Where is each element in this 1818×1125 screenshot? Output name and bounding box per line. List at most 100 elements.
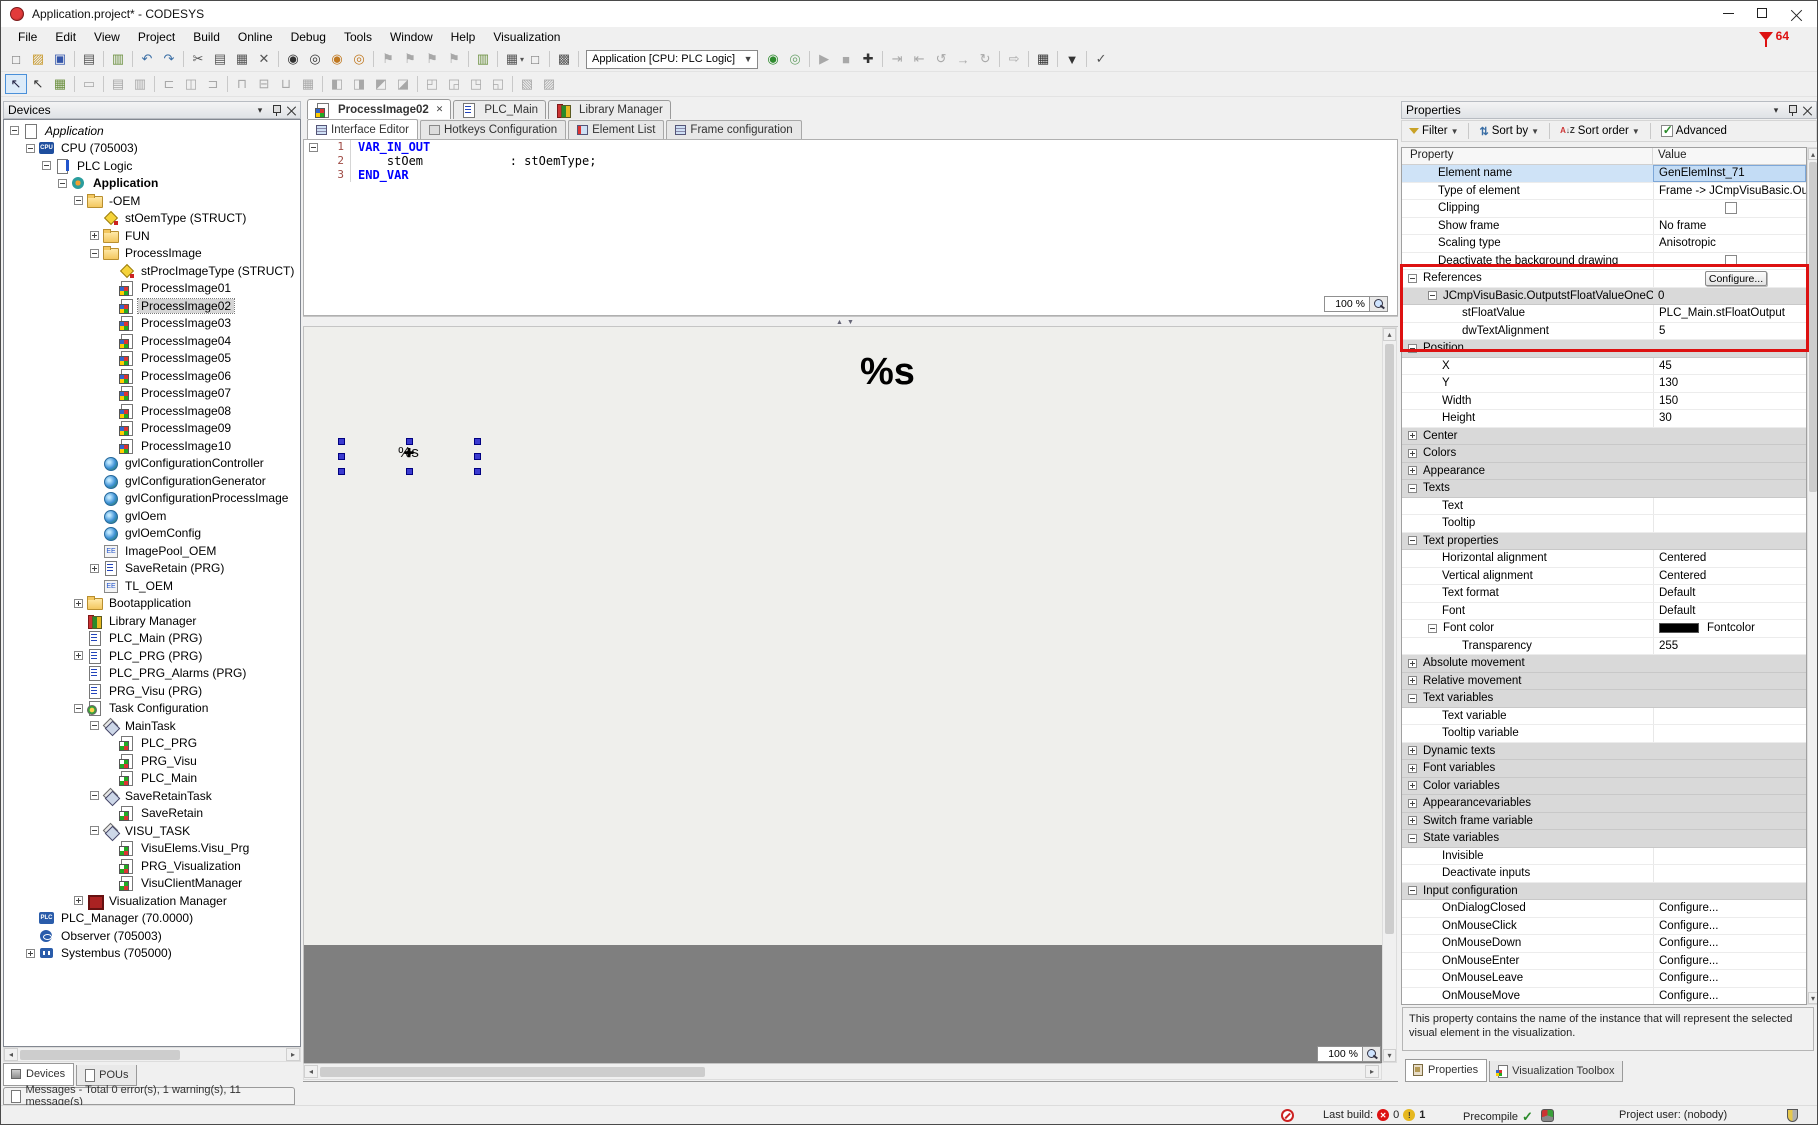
property-value[interactable] (1653, 760, 1806, 777)
tree-item-plc-prg[interactable]: PLC_PRG (4, 735, 300, 753)
expand-icon[interactable] (74, 599, 83, 608)
tree-item-processimage10[interactable]: ProcessImage10 (4, 437, 300, 455)
print-icon[interactable]: ▤ (78, 49, 100, 69)
menu-debug[interactable]: Debug (282, 28, 335, 46)
collapse-icon[interactable] (1408, 536, 1417, 545)
refresh-check-icon[interactable]: ✓ (1090, 49, 1112, 69)
property-row-y[interactable]: Y130 (1402, 375, 1806, 393)
selection-handle-bottom-right[interactable] (474, 468, 481, 475)
tree-item-plc-main[interactable]: PLC_Main (4, 770, 300, 788)
property-value[interactable] (1653, 795, 1806, 812)
pin-icon[interactable] (1788, 104, 1797, 116)
collapse-icon[interactable] (10, 126, 19, 135)
property-row-deactivate-inputs[interactable]: Deactivate inputs (1402, 865, 1806, 883)
tree-item-gvlconfigurationgenerator[interactable]: gvlConfigurationGenerator (4, 472, 300, 490)
tree-item-processimage08[interactable]: ProcessImage08 (4, 402, 300, 420)
menu-project[interactable]: Project (129, 28, 184, 46)
property-row-horizontal-alignment[interactable]: Horizontal alignmentCentered (1402, 550, 1806, 568)
color-swatch[interactable] (1659, 623, 1699, 633)
property-row-width[interactable]: Width150 (1402, 393, 1806, 411)
property-row-scaling-type[interactable]: Scaling typeAnisotropic (1402, 235, 1806, 253)
property-value[interactable] (1653, 655, 1806, 672)
checkbox-icon[interactable] (1725, 255, 1737, 267)
editor-tab-processimage02[interactable]: ProcessImage02✕ (307, 99, 451, 119)
expand-icon[interactable] (26, 949, 35, 958)
property-row-transparency[interactable]: Transparency255 (1402, 638, 1806, 656)
close-tab-icon[interactable]: ✕ (436, 104, 444, 115)
property-value[interactable]: 150 (1653, 393, 1806, 410)
properties-vertical-scrollbar[interactable]: ▴ ▾ (1807, 147, 1818, 1005)
reset-icon[interactable]: ↻ (974, 49, 996, 69)
selection-handle-top-right[interactable] (474, 438, 481, 445)
property-row-tooltip[interactable]: Tooltip (1402, 515, 1806, 533)
property-row-height[interactable]: Height30 (1402, 410, 1806, 428)
placeholder-text-element[interactable]: %s (860, 351, 915, 394)
property-value[interactable]: PLC_Main.stFloatOutput (1653, 305, 1806, 322)
property-row-texts[interactable]: Texts (1402, 480, 1806, 498)
tree-item-gvlconfigurationcontroller[interactable]: gvlConfigurationController (4, 455, 300, 473)
editor-canvas-splitter[interactable]: ▲▼ (303, 316, 1398, 327)
sort-order-button[interactable]: A↓Z Sort order ▼ (1557, 124, 1643, 138)
property-row-dwtextalignment[interactable]: dwTextAlignment5 (1402, 323, 1806, 341)
canvas-horizontal-scrollbar[interactable]: ◂ ▸ (303, 1063, 1382, 1080)
close-button[interactable] (1779, 2, 1813, 24)
tree-item-processimage[interactable]: ProcessImage (4, 245, 300, 263)
scroll-thumb[interactable] (1809, 162, 1817, 492)
expand-icon[interactable] (1408, 816, 1417, 825)
tree-item-plc-logic[interactable]: PLC Logic (4, 157, 300, 175)
property-value[interactable]: 30 (1653, 410, 1806, 427)
insert-element-icon[interactable]: ▭ (78, 74, 100, 94)
property-value[interactable]: Configure... (1653, 988, 1806, 1005)
property-value[interactable]: 255 (1653, 638, 1806, 655)
property-row-onmouseenter[interactable]: OnMouseEnterConfigure... (1402, 953, 1806, 971)
size-to-grid-icon[interactable]: ▦ (297, 74, 319, 94)
scroll-down-icon[interactable]: ▾ (1808, 992, 1818, 1004)
collapse-icon[interactable] (1428, 624, 1437, 633)
property-value[interactable]: Anisotropic (1653, 235, 1806, 252)
tree-item-prg-visualization[interactable]: PRG_Visualization (4, 857, 300, 875)
tree-item-processimage01[interactable]: ProcessImage01 (4, 280, 300, 298)
collapse-icon[interactable] (74, 704, 83, 713)
distribute-horizontally-icon[interactable]: ◧ (326, 74, 348, 94)
magnifier-icon[interactable] (1370, 296, 1388, 312)
collapse-icon[interactable] (90, 791, 99, 800)
devices-menu-icon[interactable]: ▾ (254, 105, 266, 116)
editor-zoom-level[interactable]: 100 % (1324, 296, 1370, 312)
property-row-type-of-element[interactable]: Type of elementFrame -> JCmpVisuBasic.Ou… (1402, 183, 1806, 201)
menu-view[interactable]: View (85, 28, 129, 46)
property-row-vertical-alignment[interactable]: Vertical alignmentCentered (1402, 568, 1806, 586)
menu-edit[interactable]: Edit (46, 28, 85, 46)
dock-tab-pous[interactable]: POUs (76, 1065, 137, 1086)
tree-item-processimage09[interactable]: ProcessImage09 (4, 420, 300, 438)
menu-window[interactable]: Window (381, 28, 442, 46)
tree-item-prg-visu-prg[interactable]: PRG_Visu (PRG) (4, 682, 300, 700)
property-value[interactable] (1653, 498, 1806, 515)
selection-handle-middle-left[interactable] (338, 453, 345, 460)
selection-handle-top-left[interactable] (338, 438, 345, 445)
collapse-icon[interactable] (58, 179, 67, 188)
property-value[interactable]: Configure... (1653, 970, 1806, 987)
collapse-icon[interactable] (42, 161, 51, 170)
export-icon[interactable]: ▥ (472, 49, 494, 69)
tree-item-maintask[interactable]: MainTask (4, 717, 300, 735)
tree-item-fun[interactable]: FUN (4, 227, 300, 245)
collapse-icon[interactable] (90, 826, 99, 835)
expand-icon[interactable] (1408, 449, 1417, 458)
property-row-text-variables[interactable]: Text variables (1402, 690, 1806, 708)
property-value[interactable] (1653, 883, 1806, 900)
incremental-search-icon[interactable]: ◎ (304, 49, 326, 69)
property-row-switch-frame-variable[interactable]: Switch frame variable (1402, 813, 1806, 831)
align-bottom-icon[interactable]: ⊔ (275, 74, 297, 94)
property-value[interactable] (1653, 428, 1806, 445)
expand-icon[interactable] (90, 231, 99, 240)
advanced-checkbox[interactable]: Advanced (1658, 124, 1730, 138)
property-row-input-configuration[interactable]: Input configuration (1402, 883, 1806, 901)
tree-item-processimage03[interactable]: ProcessImage03 (4, 315, 300, 333)
delete-icon[interactable]: ✕ (253, 49, 275, 69)
selection-handle-bottom-left[interactable] (338, 468, 345, 475)
tree-item-plc-manager-70-0000[interactable]: PLC_Manager (70.0000) (4, 910, 300, 928)
replace-icon[interactable]: ◎ (348, 49, 370, 69)
collapse-icon[interactable] (1408, 834, 1417, 843)
property-value[interactable]: Default (1653, 603, 1806, 620)
property-value[interactable] (1653, 515, 1806, 532)
